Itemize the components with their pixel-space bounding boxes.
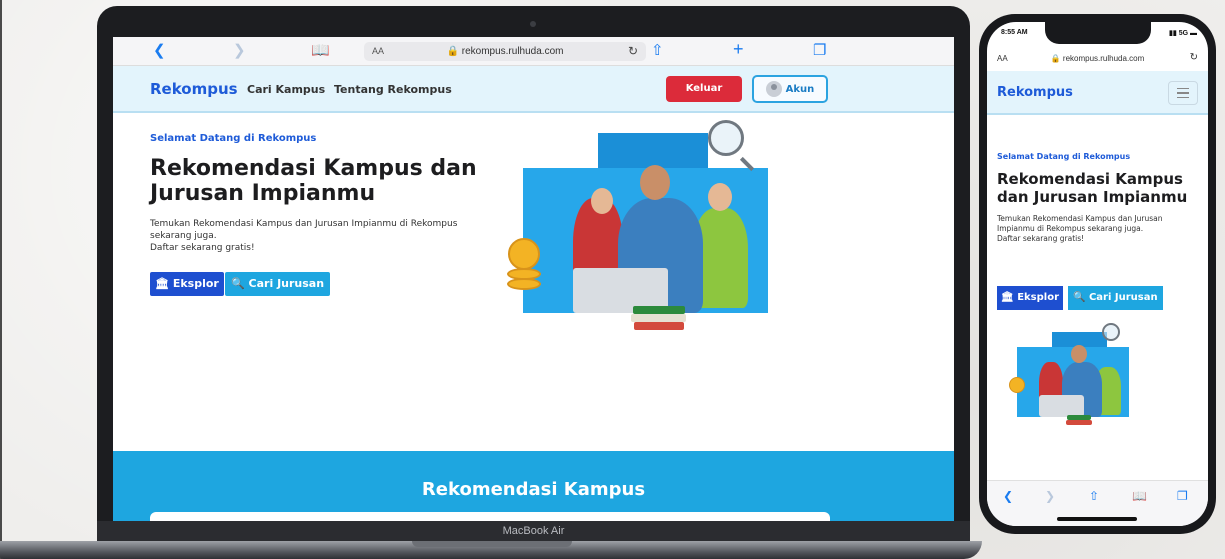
laptop-label: MacBook Air	[502, 525, 565, 537]
account-label: Akun	[785, 83, 815, 95]
safari-toolbar: ❮ ❯ 📖 AA 🔒 rekompus.rulhuda.com ↻ ⇧ + ❐	[113, 37, 954, 66]
illus-laptop	[1039, 395, 1084, 417]
book-icon[interactable]: 📖	[311, 41, 330, 59]
tabs-icon[interactable]: ❐	[813, 41, 826, 59]
hero-description: Temukan Rekomendasi Kampus dan Jurusan I…	[150, 218, 490, 254]
home-indicator	[1057, 517, 1137, 521]
magnifier-icon	[1102, 323, 1120, 341]
chevron-left-icon[interactable]: ❮	[1003, 489, 1013, 503]
reload-icon[interactable]: ↻	[628, 42, 638, 61]
macbook-screen: ❮ ❯ 📖 AA 🔒 rekompus.rulhuda.com ↻ ⇧ + ❐ …	[113, 37, 954, 526]
chevron-left-icon[interactable]: ❮	[153, 41, 166, 59]
hero-description-text: Temukan Rekomendasi Kampus dan Jurusan I…	[150, 219, 458, 241]
mobile-hero-kicker: Selamat Datang di Rekompus	[997, 152, 1131, 161]
tabs-icon[interactable]: ❐	[1177, 489, 1188, 503]
signal-icon: ▮▮	[1169, 30, 1179, 37]
face-right	[708, 183, 732, 211]
battery-icon: ▬	[1188, 30, 1197, 37]
share-icon[interactable]: ⇧	[1089, 489, 1099, 503]
nav-link-cari-kampus[interactable]: Cari Kampus	[247, 83, 325, 96]
search-major-label: Cari Jurusan	[248, 277, 325, 290]
brand-logo[interactable]: Rekompus	[997, 85, 1073, 100]
lock-icon: 🔒	[446, 46, 459, 57]
mobile-hero-illustration	[1007, 323, 1137, 427]
share-icon[interactable]: ⇧	[651, 41, 664, 59]
status-time: 8:55 AM	[1001, 29, 1028, 36]
book-2	[1066, 420, 1092, 425]
account-button[interactable]: Akun	[752, 75, 828, 103]
macbook-thumb-notch	[412, 541, 572, 547]
recommendation-section: Rekomendasi Kampus	[113, 451, 954, 526]
reload-icon[interactable]: ↻	[1190, 52, 1198, 63]
brand-logo[interactable]: Rekompus	[150, 80, 238, 98]
mobile-search-major-button[interactable]: 🔍 Cari Jurusan	[1068, 286, 1163, 310]
site-navbar: Rekompus Cari Kampus Tentang Rekompus Ke…	[113, 66, 954, 113]
search-icon: 🔍	[1073, 292, 1086, 303]
coin-icon	[508, 238, 540, 270]
book-2	[631, 314, 686, 322]
text-size-button[interactable]: AA	[372, 42, 384, 61]
iphone-screen: 8:55 AM ▮▮ 5G ▬ AA 🔒 rekompus.rulhuda.co…	[987, 22, 1208, 526]
search-icon: 🔍	[231, 277, 245, 290]
mobile-explore-button[interactable]: 🏛 Eksplor	[997, 286, 1064, 310]
mobile-explore-label: Eksplor	[1017, 292, 1060, 303]
magnifier-icon	[708, 120, 744, 156]
status-bar: 8:55 AM ▮▮ 5G ▬	[1001, 29, 1197, 37]
mobile-hero-description-text: Temukan Rekomendasi Kampus dan Jurusan I…	[997, 214, 1163, 233]
hero-illustration	[503, 120, 783, 338]
nav-link-tentang[interactable]: Tentang Rekompus	[334, 83, 452, 96]
url-text: rekompus.rulhuda.com	[461, 46, 564, 57]
address-bar[interactable]: AA 🔒 rekompus.rulhuda.com ↻	[364, 42, 646, 61]
section-title: Rekomendasi Kampus	[421, 479, 646, 500]
hamburger-menu-icon[interactable]	[1168, 81, 1198, 105]
mobile-safari-toolbar: ❮ ❯ ⇧ 📖 ❐	[987, 480, 1208, 526]
iphone-frame: 8:55 AM ▮▮ 5G ▬ AA 🔒 rekompus.rulhuda.co…	[979, 14, 1216, 534]
mobile-hero-cta-text: Daftar sekarang gratis!	[997, 234, 1085, 243]
macbook-lid: ❮ ❯ 📖 AA 🔒 rekompus.rulhuda.com ↻ ⇧ + ❐ …	[97, 6, 970, 539]
explore-label: Eksplor	[172, 277, 219, 290]
mobile-hero-description: Temukan Rekomendasi Kampus dan Jurusan I…	[997, 214, 1202, 244]
book-1	[633, 306, 685, 314]
hero-kicker: Selamat Datang di Rekompus	[150, 133, 317, 144]
mobile-hero-title: Rekomendasi Kampus dan Jurusan Impianmu	[997, 170, 1188, 206]
coin-stack-2	[507, 278, 541, 290]
frame-border	[0, 0, 10, 559]
book-3	[634, 322, 684, 330]
face-left	[591, 188, 613, 214]
mobile-search-major-label: Cari Jurusan	[1088, 292, 1158, 303]
camera	[530, 21, 536, 27]
mobile-url: 🔒 rekompus.rulhuda.com	[1050, 54, 1145, 63]
bank-icon: 🏛	[1001, 292, 1014, 303]
mobile-address-bar[interactable]: AA 🔒 rekompus.rulhuda.com ↻	[987, 48, 1208, 70]
chevron-right-icon[interactable]: ❯	[1045, 489, 1055, 503]
macbook-chin: MacBook Air	[97, 521, 970, 541]
face-center	[1071, 345, 1087, 363]
coin-icon	[1009, 377, 1025, 393]
bank-icon: 🏛	[155, 277, 169, 290]
hero-cta-text: Daftar sekarang gratis!	[150, 243, 255, 253]
status-signal: ▮▮ 5G ▬	[1169, 30, 1197, 37]
hero-section: Selamat Datang di Rekompus Rekomendasi K…	[113, 113, 954, 443]
user-avatar-icon	[765, 81, 782, 97]
book-icon[interactable]: 📖	[1132, 489, 1147, 503]
chevron-right-icon[interactable]: ❯	[233, 41, 246, 59]
lock-icon: 🔒	[1050, 54, 1063, 63]
mobile-navbar: Rekompus	[987, 71, 1208, 115]
plus-icon[interactable]: +	[733, 39, 744, 60]
explore-button[interactable]: 🏛 Eksplor	[150, 272, 224, 296]
search-major-button[interactable]: 🔍 Cari Jurusan	[225, 272, 331, 296]
hero-title: Rekomendasi Kampus dan Jurusan Impianmu	[150, 156, 477, 206]
logout-button[interactable]: Keluar	[666, 76, 742, 102]
face-center	[640, 165, 670, 200]
